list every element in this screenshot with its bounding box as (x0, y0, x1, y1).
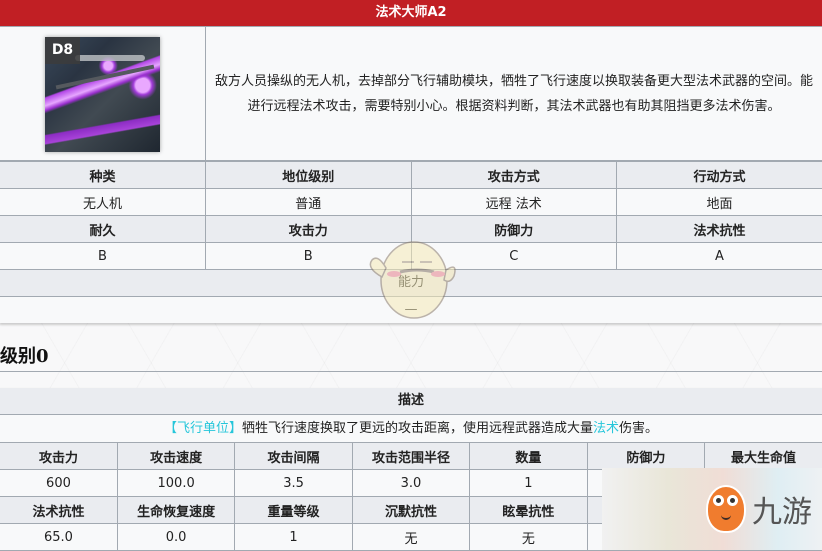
stats-value-cell: 65.0 (0, 524, 117, 551)
stats-value-cell: 无 (470, 524, 587, 551)
talent-tag-link[interactable]: 【飞行单位】 (164, 421, 242, 436)
info-value-row: B B C A (0, 243, 822, 270)
info-value-cell: B (206, 243, 412, 270)
stats-value-cell: 0.0 (117, 524, 234, 551)
stats-header-cell: 防御力 (587, 443, 704, 470)
stats-header-cell: 攻击力 (0, 443, 117, 470)
info-header-cell: 种类 (0, 162, 206, 189)
logo-eye-icon (713, 495, 724, 506)
site-watermark: 九游 (602, 468, 822, 550)
enemy-infobox: 法术大师A2 D8 敌方人员操纵的无人机，去掉部分飞行辅助模块，牺牲了飞行速度以… (0, 0, 822, 323)
info-header-cell: 攻击方式 (411, 162, 617, 189)
info-value-cell: A (617, 243, 822, 270)
enemy-portrait[interactable]: D8 (45, 37, 160, 152)
stats-header-cell: 法术抗性 (0, 497, 117, 524)
stats-header-cell: 眩晕抗性 (470, 497, 587, 524)
stats-header-cell: 攻击速度 (117, 443, 234, 470)
info-value-cell: C (411, 243, 617, 270)
talent-keyword-link[interactable]: 法术 (593, 421, 619, 436)
talent-text-end: 伤害。 (619, 421, 658, 436)
ability-value: — (0, 297, 822, 323)
logo-eye-icon (727, 495, 738, 506)
stats-header-cell: 攻击间隔 (235, 443, 352, 470)
stats-value-cell: 3.0 (352, 470, 469, 497)
drone-rotor-graphic (75, 55, 145, 61)
enemy-intro: D8 敌方人员操纵的无人机，去掉部分飞行辅助模块，牺牲了飞行速度以换取装备更大型… (0, 27, 822, 161)
info-header-row: 耐久 攻击力 防御力 法术抗性 (0, 216, 822, 243)
portrait-cell: D8 (0, 27, 206, 160)
enemy-info-table: 种类 地位级别 攻击方式 行动方式 无人机 普通 远程 法术 地面 耐久 攻击力… (0, 161, 822, 270)
talent-text: 牺牲飞行速度换取了更远的攻击距离，使用远程武器造成大量 (242, 421, 593, 436)
ability-header: 能力 (0, 270, 822, 297)
stats-value-cell: 1 (470, 470, 587, 497)
stats-header-cell: 数量 (470, 443, 587, 470)
info-header-cell: 地位级别 (206, 162, 412, 189)
info-header-cell: 法术抗性 (617, 216, 822, 243)
info-header-cell: 攻击力 (206, 216, 412, 243)
stats-header-cell: 生命恢复速度 (117, 497, 234, 524)
stats-value-cell: 600 (0, 470, 117, 497)
info-header-cell: 防御力 (411, 216, 617, 243)
talent-description: 【飞行单位】牺牲飞行速度换取了更远的攻击距离，使用远程武器造成大量法术伤害。 (0, 415, 822, 442)
level-section-title: 级别0 (0, 343, 822, 372)
info-header-cell: 耐久 (0, 216, 206, 243)
info-value-cell: 远程 法术 (411, 189, 617, 216)
info-value-row: 无人机 普通 远程 法术 地面 (0, 189, 822, 216)
stats-header-row: 攻击力 攻击速度 攻击间隔 攻击范围半径 数量 防御力 最大生命值 (0, 443, 822, 470)
stats-value-cell: 3.5 (235, 470, 352, 497)
rank-badge: D8 (45, 37, 80, 64)
drone-arm-graphic (56, 65, 155, 90)
logo-mouth-icon (721, 513, 731, 520)
info-header-cell: 行动方式 (617, 162, 822, 189)
watermark-text: 九游 (752, 487, 812, 531)
stats-header-cell: 攻击范围半径 (352, 443, 469, 470)
info-value-cell: 普通 (206, 189, 412, 216)
enemy-description: 敌方人员操纵的无人机，去掉部分飞行辅助模块，牺牲了飞行速度以换取装备更大型法术武… (206, 27, 822, 160)
jiuyou-logo-icon (706, 485, 746, 533)
info-value-cell: 地面 (617, 189, 822, 216)
stats-value-cell: 1 (235, 524, 352, 551)
stats-header-cell: 沉默抗性 (352, 497, 469, 524)
stats-value-cell: 无 (352, 524, 469, 551)
stats-value-cell: 100.0 (117, 470, 234, 497)
info-value-cell: 无人机 (0, 189, 206, 216)
description-header: 描述 (0, 388, 822, 415)
enemy-title: 法术大师A2 (0, 0, 822, 27)
info-header-row: 种类 地位级别 攻击方式 行动方式 (0, 162, 822, 189)
stats-header-cell: 重量等级 (235, 497, 352, 524)
info-value-cell: B (0, 243, 206, 270)
stats-header-cell: 最大生命值 (705, 443, 822, 470)
